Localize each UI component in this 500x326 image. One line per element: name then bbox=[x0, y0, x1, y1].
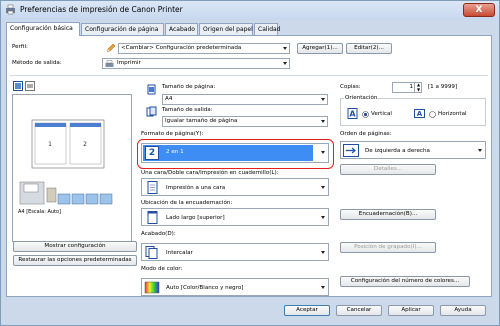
copies-range: [1 a 9999] bbox=[428, 84, 458, 90]
staple-position-button[interactable]: Posición de grapado(I)... bbox=[340, 242, 436, 253]
profile-value: <Cambiar> Configuración predeterminada bbox=[121, 45, 242, 51]
copies-value: 1 bbox=[409, 84, 413, 90]
binding-button[interactable]: Encuadernación(B)... bbox=[340, 209, 436, 220]
arrow-right-icon bbox=[343, 144, 359, 157]
help-button[interactable]: Ayuda bbox=[440, 305, 486, 316]
copies-spinner[interactable]: ▲ ▼ bbox=[414, 82, 422, 93]
chevron-down-icon bbox=[321, 286, 325, 289]
output-size-value: Igualar tamaño de página bbox=[165, 118, 238, 124]
tab-finishing[interactable]: Acabado bbox=[165, 23, 198, 35]
window-title: Preferencias de impresión de Canon Print… bbox=[20, 5, 183, 14]
tab-quality[interactable]: Calidad bbox=[254, 23, 281, 35]
vertical-radio[interactable] bbox=[362, 111, 369, 118]
chevron-down-icon bbox=[321, 120, 325, 123]
page-order-select[interactable]: De izquierda a derecha bbox=[340, 141, 486, 159]
layout-preview: 1 2 bbox=[12, 94, 132, 242]
divider bbox=[10, 75, 488, 76]
page-size-select[interactable]: A4 bbox=[162, 94, 328, 105]
tab-paper-source[interactable]: Origen del papel bbox=[199, 23, 253, 35]
output-method-select[interactable]: Imprimir bbox=[102, 58, 290, 69]
chevron-down-icon bbox=[283, 62, 287, 65]
svg-text:2: 2 bbox=[83, 141, 87, 148]
sided-label: Una cara/Doble cara/Impresión en cuadern… bbox=[141, 170, 279, 176]
horizontal-radio[interactable] bbox=[429, 111, 436, 118]
one-sided-icon bbox=[147, 181, 158, 194]
preview-mode-icons[interactable] bbox=[13, 81, 35, 91]
tab-page-setup[interactable]: Configuración de página bbox=[81, 23, 164, 35]
preview-caption: A4 [Escala: Auto] bbox=[18, 209, 62, 215]
chevron-down-icon bbox=[321, 186, 325, 189]
two-in-one-icon: 2 bbox=[145, 146, 159, 160]
finishing-select[interactable]: Intercalar bbox=[141, 243, 329, 261]
ok-button[interactable]: Aceptar bbox=[284, 305, 330, 316]
page-layout-value: 2 en 1 bbox=[166, 149, 184, 155]
page-layout-select[interactable]: 2 2 en 1 bbox=[141, 143, 329, 163]
page-size-icon bbox=[147, 84, 156, 95]
show-settings-button[interactable]: Mostrar configuración bbox=[13, 241, 137, 252]
output-size-select[interactable]: Igualar tamaño de página bbox=[162, 116, 328, 127]
output-size-icon bbox=[146, 106, 157, 117]
apply-button[interactable]: Aplicar bbox=[388, 305, 434, 316]
chevron-down-icon bbox=[321, 151, 325, 154]
finishing-label: Acabado(D): bbox=[141, 231, 176, 237]
color-count-button[interactable]: Configuración del número de colores... bbox=[340, 276, 470, 287]
chevron-down-icon bbox=[321, 251, 325, 254]
horizontal-label: Horizontal bbox=[438, 111, 467, 117]
output-size-label: Tamaño de salida: bbox=[162, 107, 213, 113]
add-profile-button[interactable]: Agregar(1)... bbox=[297, 43, 343, 54]
svg-text:1: 1 bbox=[48, 141, 52, 148]
profile-select[interactable]: <Cambiar> Configuración predeterminada bbox=[118, 43, 290, 54]
binding-location-select[interactable]: Lado largo [superior] bbox=[141, 208, 329, 226]
printer-icon bbox=[105, 60, 114, 67]
binding-location-label: Ubicación de la encuadernación: bbox=[141, 200, 233, 206]
color-mode-label: Modo de color: bbox=[141, 266, 183, 272]
profile-label: Perfil: bbox=[12, 44, 28, 50]
edit-profile-button[interactable]: Editar(2)... bbox=[346, 43, 392, 54]
orientation-label: Orientación bbox=[344, 95, 379, 101]
vertical-label: Vertical bbox=[371, 111, 392, 117]
page-order-value: De izquierda a derecha bbox=[365, 148, 430, 154]
cancel-button[interactable]: Cancelar bbox=[336, 305, 382, 316]
page-order-details-button[interactable]: Detalles... bbox=[340, 164, 436, 175]
sided-value: Impresión a una cara bbox=[166, 185, 226, 191]
landscape-a-icon: A bbox=[414, 109, 425, 118]
finishing-value: Intercalar bbox=[166, 250, 193, 256]
chevron-down-icon bbox=[321, 216, 325, 219]
binding-location-value: Lado largo [superior] bbox=[166, 215, 225, 221]
color-mode-value: Auto [Color/Blanco y negro] bbox=[166, 285, 244, 291]
restore-defaults-button[interactable]: Restaurar las opciones predeterminadas bbox=[13, 255, 137, 266]
chevron-down-icon bbox=[283, 47, 287, 50]
page-size-value: A4 bbox=[165, 96, 173, 102]
tab-basic-settings[interactable]: Configuración básica bbox=[6, 22, 80, 36]
copies-label: Copias: bbox=[340, 84, 361, 90]
portrait-a-icon: A bbox=[347, 108, 358, 119]
page-size-label: Tamaño de página: bbox=[162, 84, 216, 90]
pencil-icon bbox=[106, 43, 116, 53]
collate-icon bbox=[145, 246, 158, 259]
color-mode-select[interactable]: Auto [Color/Blanco y negro] bbox=[141, 278, 329, 296]
printer-app-icon bbox=[6, 4, 15, 15]
color-gradient-icon bbox=[144, 281, 160, 294]
output-method-value: Imprimir bbox=[117, 60, 141, 66]
chevron-down-icon bbox=[478, 149, 482, 152]
page-order-label: Orden de páginas: bbox=[340, 131, 392, 137]
sided-select[interactable]: Impresión a una cara bbox=[141, 178, 329, 196]
svg-text:A: A bbox=[417, 110, 423, 118]
long-edge-binding-icon bbox=[147, 211, 158, 224]
page-layout-label: Formato de página(Y): bbox=[141, 131, 204, 137]
chevron-down-icon bbox=[321, 98, 325, 101]
close-button[interactable]: X bbox=[463, 3, 495, 17]
svg-text:A: A bbox=[349, 110, 356, 119]
output-method-label: Método de salida: bbox=[12, 60, 62, 66]
